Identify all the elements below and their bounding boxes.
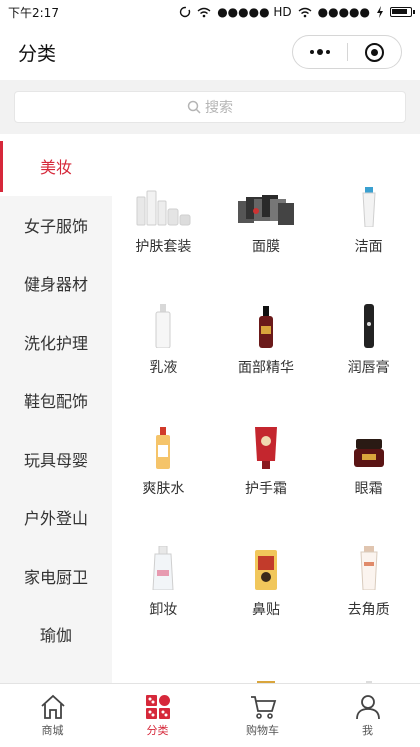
- product-label: 鼻贴: [251, 602, 280, 618]
- product-more-2[interactable]: [215, 651, 318, 683]
- skincare-set-icon: [131, 167, 195, 227]
- more-dots-icon: [309, 49, 330, 55]
- face-mask-icon: [234, 167, 298, 227]
- product-eye-cream[interactable]: 眼霜: [317, 409, 420, 530]
- home-icon: [40, 694, 65, 719]
- status-time: 下午2:17: [8, 5, 59, 20]
- subcategory-panel: 护肤套装 面膜 洁面 乳液 面部精华 润唇膏 爽肤水 护手霜 眼霜 卸妆 鼻贴 …: [112, 137, 420, 683]
- charging-icon: [377, 6, 383, 18]
- sidebar-item-makeup[interactable]: 美妆: [0, 137, 112, 196]
- sidebar-item-label: 玩具母婴: [23, 450, 88, 470]
- nav-bar: 分类: [0, 24, 420, 80]
- tab-me[interactable]: 我: [315, 684, 420, 747]
- cart-icon: [250, 695, 276, 719]
- battery-icon: [390, 7, 415, 17]
- sidebar-item-label: 健身器材: [23, 275, 88, 295]
- cleanser-icon: [337, 167, 401, 227]
- product-skincare-set[interactable]: 护肤套装: [112, 167, 215, 288]
- sidebar-item-label: 女子服饰: [23, 216, 88, 236]
- product-lip-balm[interactable]: 润唇膏: [317, 288, 420, 409]
- exfoliator-icon: [337, 530, 401, 590]
- product-more-3[interactable]: [317, 651, 420, 683]
- wifi-icon-2: [298, 7, 312, 17]
- sidebar-item-toiletries[interactable]: 洗化护理: [0, 313, 112, 372]
- toner-icon: [131, 409, 195, 469]
- user-icon: [355, 694, 380, 719]
- product-label: 面部精华: [237, 360, 294, 376]
- page-title: 分类: [18, 42, 57, 65]
- tab-label: 商城: [41, 723, 64, 737]
- subcategory-grid: 护肤套装 面膜 洁面 乳液 面部精华 润唇膏 爽肤水 护手霜 眼霜 卸妆 鼻贴 …: [112, 137, 420, 683]
- sidebar-item-toys-baby[interactable]: 玩具母婴: [0, 430, 112, 489]
- product-makeup-remover[interactable]: 卸妆: [112, 530, 215, 651]
- sidebar-item-label: 鞋包配饰: [23, 392, 88, 412]
- product-label: 卸妆: [149, 602, 178, 618]
- close-mini-program-button[interactable]: [348, 36, 402, 68]
- product-thumb-icon: [131, 651, 195, 683]
- search-bar: 搜索: [0, 80, 420, 134]
- sidebar-item-womens-clothing[interactable]: 女子服饰: [0, 196, 112, 255]
- product-label: 去角质: [347, 602, 390, 618]
- sidebar-item-yoga[interactable]: 瑜伽: [0, 605, 112, 664]
- search-placeholder: 搜索: [205, 100, 233, 116]
- product-exfoliator[interactable]: 去角质: [317, 530, 420, 651]
- sync-icon: [180, 6, 191, 18]
- sidebar-item-shoes-bags[interactable]: 鞋包配饰: [0, 371, 112, 430]
- sidebar-item-outdoor[interactable]: 户外登山: [0, 488, 112, 547]
- sidebar-item-label: 洗化护理: [23, 333, 88, 353]
- product-more-1[interactable]: [112, 651, 215, 683]
- makeup-remover-icon: [131, 530, 195, 590]
- product-label: 眼霜: [354, 481, 383, 497]
- product-label: 润唇膏: [347, 360, 390, 376]
- tab-cart[interactable]: 购物车: [210, 684, 315, 747]
- target-icon: [364, 42, 384, 62]
- sidebar-item-label: 美妆: [39, 158, 72, 178]
- carrier-signal: ●●●●● HD: [217, 5, 292, 19]
- product-nose-strip[interactable]: 鼻贴: [215, 530, 318, 651]
- product-label: 护手霜: [244, 481, 287, 497]
- wifi-icon: [197, 7, 211, 17]
- product-thumb-icon: [337, 651, 401, 683]
- sidebar-item-appliances[interactable]: 家电厨卫: [0, 547, 112, 606]
- product-label: 爽肤水: [142, 481, 185, 497]
- search-input[interactable]: 搜索: [14, 91, 406, 123]
- more-button[interactable]: [293, 36, 347, 68]
- product-label: 护肤套装: [135, 239, 192, 255]
- tab-mall[interactable]: 商城: [0, 684, 105, 747]
- product-label: 面膜: [251, 239, 280, 255]
- serum-icon: [234, 288, 298, 348]
- status-bar: 下午2:17 ●●●●● HD ●●●●●: [0, 0, 420, 24]
- tab-bar: 商城 分类 购物车 我: [0, 683, 420, 747]
- product-thumb-icon: [234, 651, 298, 683]
- tab-category[interactable]: 分类: [105, 684, 210, 747]
- tab-label: 购物车: [246, 723, 279, 737]
- category-icon: [145, 694, 170, 719]
- app-root: 下午2:17 ●●●●● HD ●●●●● 分类 搜索 美妆 女子服饰 健身器材…: [0, 0, 420, 747]
- product-face-mask[interactable]: 面膜: [215, 167, 318, 288]
- product-label: 乳液: [149, 360, 178, 376]
- carrier-signal-2: ●●●●●: [317, 5, 370, 19]
- lip-balm-icon: [337, 288, 401, 348]
- sidebar-item-fitness[interactable]: 健身器材: [0, 254, 112, 313]
- lotion-icon: [131, 288, 195, 348]
- tab-label: 分类: [146, 723, 169, 737]
- search-icon: [187, 100, 201, 114]
- product-cleanser[interactable]: 洁面: [317, 167, 420, 288]
- product-toner[interactable]: 爽肤水: [112, 409, 215, 530]
- product-serum[interactable]: 面部精华: [215, 288, 318, 409]
- product-lotion[interactable]: 乳液: [112, 288, 215, 409]
- hand-cream-icon: [234, 409, 298, 469]
- category-sidebar: 美妆 女子服饰 健身器材 洗化护理 鞋包配饰 玩具母婴 户外登山 家电厨卫 瑜伽: [0, 137, 112, 683]
- nose-strip-icon: [234, 530, 298, 590]
- sidebar-item-label: 户外登山: [23, 509, 88, 529]
- product-hand-cream[interactable]: 护手霜: [215, 409, 318, 530]
- sidebar-item-label: 瑜伽: [39, 626, 72, 646]
- tab-label: 我: [362, 723, 373, 737]
- eye-cream-icon: [337, 409, 401, 469]
- mini-program-capsule: [292, 35, 402, 69]
- product-label: 洁面: [354, 239, 383, 255]
- sidebar-item-label: 家电厨卫: [23, 567, 88, 587]
